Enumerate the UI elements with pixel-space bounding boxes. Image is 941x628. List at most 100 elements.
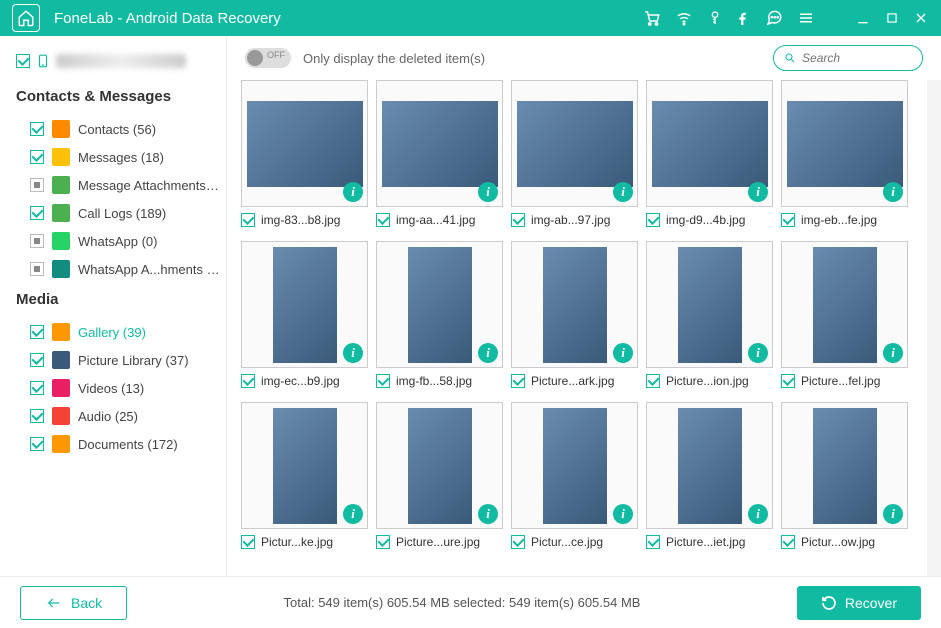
sidebar-item[interactable]: Videos (13) bbox=[16, 374, 220, 402]
thumb-checkbox[interactable] bbox=[376, 374, 390, 388]
gallery-item[interactable]: iPictur...ow.jpg bbox=[781, 402, 908, 549]
thumbnail[interactable]: i bbox=[376, 402, 503, 529]
thumb-checkbox[interactable] bbox=[376, 213, 390, 227]
thumb-checkbox[interactable] bbox=[241, 535, 255, 549]
info-icon[interactable]: i bbox=[613, 182, 633, 202]
sidebar-item[interactable]: Messages (18) bbox=[16, 143, 220, 171]
item-checkbox[interactable] bbox=[30, 178, 44, 192]
item-checkbox[interactable] bbox=[30, 262, 44, 276]
gallery-item[interactable]: iimg-83...b8.jpg bbox=[241, 80, 368, 227]
scrollbar[interactable] bbox=[927, 80, 941, 576]
thumb-checkbox[interactable] bbox=[646, 374, 660, 388]
thumbnail[interactable]: i bbox=[241, 241, 368, 368]
gallery-item[interactable]: iimg-aa...41.jpg bbox=[376, 80, 503, 227]
sidebar-item[interactable]: Call Logs (189) bbox=[16, 199, 220, 227]
item-checkbox[interactable] bbox=[30, 437, 44, 451]
sidebar-item[interactable]: WhatsApp A...hments (0) bbox=[16, 255, 220, 283]
recover-button[interactable]: Recover bbox=[797, 586, 921, 620]
info-icon[interactable]: i bbox=[748, 182, 768, 202]
thumb-checkbox[interactable] bbox=[646, 213, 660, 227]
gallery-item[interactable]: iimg-d9...4b.jpg bbox=[646, 80, 773, 227]
key-icon[interactable] bbox=[707, 9, 723, 27]
gallery-item[interactable]: iimg-fb...58.jpg bbox=[376, 241, 503, 388]
device-row[interactable] bbox=[16, 48, 220, 80]
thumb-checkbox[interactable] bbox=[511, 535, 525, 549]
sidebar-item[interactable]: WhatsApp (0) bbox=[16, 227, 220, 255]
thumb-checkbox[interactable] bbox=[781, 535, 795, 549]
info-icon[interactable]: i bbox=[748, 343, 768, 363]
thumbnail[interactable]: i bbox=[241, 402, 368, 529]
item-checkbox[interactable] bbox=[30, 150, 44, 164]
item-checkbox[interactable] bbox=[30, 381, 44, 395]
sidebar-item[interactable]: Audio (25) bbox=[16, 402, 220, 430]
item-checkbox[interactable] bbox=[30, 409, 44, 423]
info-icon[interactable]: i bbox=[478, 343, 498, 363]
cart-icon[interactable] bbox=[643, 9, 661, 27]
thumbnail[interactable]: i bbox=[511, 80, 638, 207]
info-icon[interactable]: i bbox=[478, 504, 498, 524]
search-input[interactable] bbox=[802, 51, 912, 65]
gallery-item[interactable]: iimg-ec...b9.jpg bbox=[241, 241, 368, 388]
item-checkbox[interactable] bbox=[30, 234, 44, 248]
info-icon[interactable]: i bbox=[883, 504, 903, 524]
info-icon[interactable]: i bbox=[613, 343, 633, 363]
sidebar-item[interactable]: Gallery (39) bbox=[16, 318, 220, 346]
minimize-icon[interactable] bbox=[855, 10, 871, 26]
home-icon[interactable] bbox=[12, 4, 40, 32]
gallery-item[interactable]: iPicture...ure.jpg bbox=[376, 402, 503, 549]
gallery-item[interactable]: iPicture...ion.jpg bbox=[646, 241, 773, 388]
thumbnail[interactable]: i bbox=[511, 241, 638, 368]
gallery-item[interactable]: iimg-eb...fe.jpg bbox=[781, 80, 908, 227]
facebook-icon[interactable] bbox=[737, 9, 751, 27]
item-checkbox[interactable] bbox=[30, 353, 44, 367]
deleted-toggle[interactable]: OFF bbox=[245, 48, 291, 68]
sidebar-item[interactable]: Documents (172) bbox=[16, 430, 220, 458]
maximize-icon[interactable] bbox=[885, 11, 899, 25]
item-checkbox[interactable] bbox=[30, 122, 44, 136]
thumb-checkbox[interactable] bbox=[241, 213, 255, 227]
info-icon[interactable]: i bbox=[883, 343, 903, 363]
sidebar-item[interactable]: Picture Library (37) bbox=[16, 346, 220, 374]
thumbnail[interactable]: i bbox=[781, 402, 908, 529]
device-checkbox[interactable] bbox=[16, 54, 30, 68]
thumb-checkbox[interactable] bbox=[511, 374, 525, 388]
info-icon[interactable]: i bbox=[343, 182, 363, 202]
gallery-item[interactable]: iPicture...ark.jpg bbox=[511, 241, 638, 388]
info-icon[interactable]: i bbox=[748, 504, 768, 524]
wifi-icon[interactable] bbox=[675, 9, 693, 27]
sidebar-item[interactable]: Message Attachments (0) bbox=[16, 171, 220, 199]
thumbnail[interactable]: i bbox=[646, 241, 773, 368]
thumb-checkbox[interactable] bbox=[511, 213, 525, 227]
gallery-item[interactable]: iPicture...iet.jpg bbox=[646, 402, 773, 549]
info-icon[interactable]: i bbox=[883, 182, 903, 202]
back-button[interactable]: Back bbox=[20, 586, 127, 620]
thumbnail[interactable]: i bbox=[241, 80, 368, 207]
menu-icon[interactable] bbox=[797, 9, 815, 27]
thumb-checkbox[interactable] bbox=[376, 535, 390, 549]
thumb-checkbox[interactable] bbox=[781, 374, 795, 388]
search-box[interactable] bbox=[773, 45, 923, 71]
thumbnail[interactable]: i bbox=[376, 241, 503, 368]
info-icon[interactable]: i bbox=[478, 182, 498, 202]
info-icon[interactable]: i bbox=[343, 504, 363, 524]
gallery-item[interactable]: iPictur...ke.jpg bbox=[241, 402, 368, 549]
sidebar-item[interactable]: Contacts (56) bbox=[16, 115, 220, 143]
gallery-item[interactable]: iPictur...ce.jpg bbox=[511, 402, 638, 549]
item-checkbox[interactable] bbox=[30, 206, 44, 220]
gallery-item[interactable]: iPicture...fel.jpg bbox=[781, 241, 908, 388]
gallery-item[interactable]: iimg-ab...97.jpg bbox=[511, 80, 638, 227]
thumbnail[interactable]: i bbox=[646, 402, 773, 529]
thumbnail[interactable]: i bbox=[781, 241, 908, 368]
thumb-checkbox[interactable] bbox=[241, 374, 255, 388]
thumb-checkbox[interactable] bbox=[781, 213, 795, 227]
thumbnail[interactable]: i bbox=[646, 80, 773, 207]
info-icon[interactable]: i bbox=[613, 504, 633, 524]
thumbnail[interactable]: i bbox=[511, 402, 638, 529]
item-checkbox[interactable] bbox=[30, 325, 44, 339]
info-icon[interactable]: i bbox=[343, 343, 363, 363]
thumbnail[interactable]: i bbox=[781, 80, 908, 207]
thumbnail[interactable]: i bbox=[376, 80, 503, 207]
feedback-icon[interactable] bbox=[765, 9, 783, 27]
close-icon[interactable] bbox=[913, 10, 929, 26]
thumb-checkbox[interactable] bbox=[646, 535, 660, 549]
